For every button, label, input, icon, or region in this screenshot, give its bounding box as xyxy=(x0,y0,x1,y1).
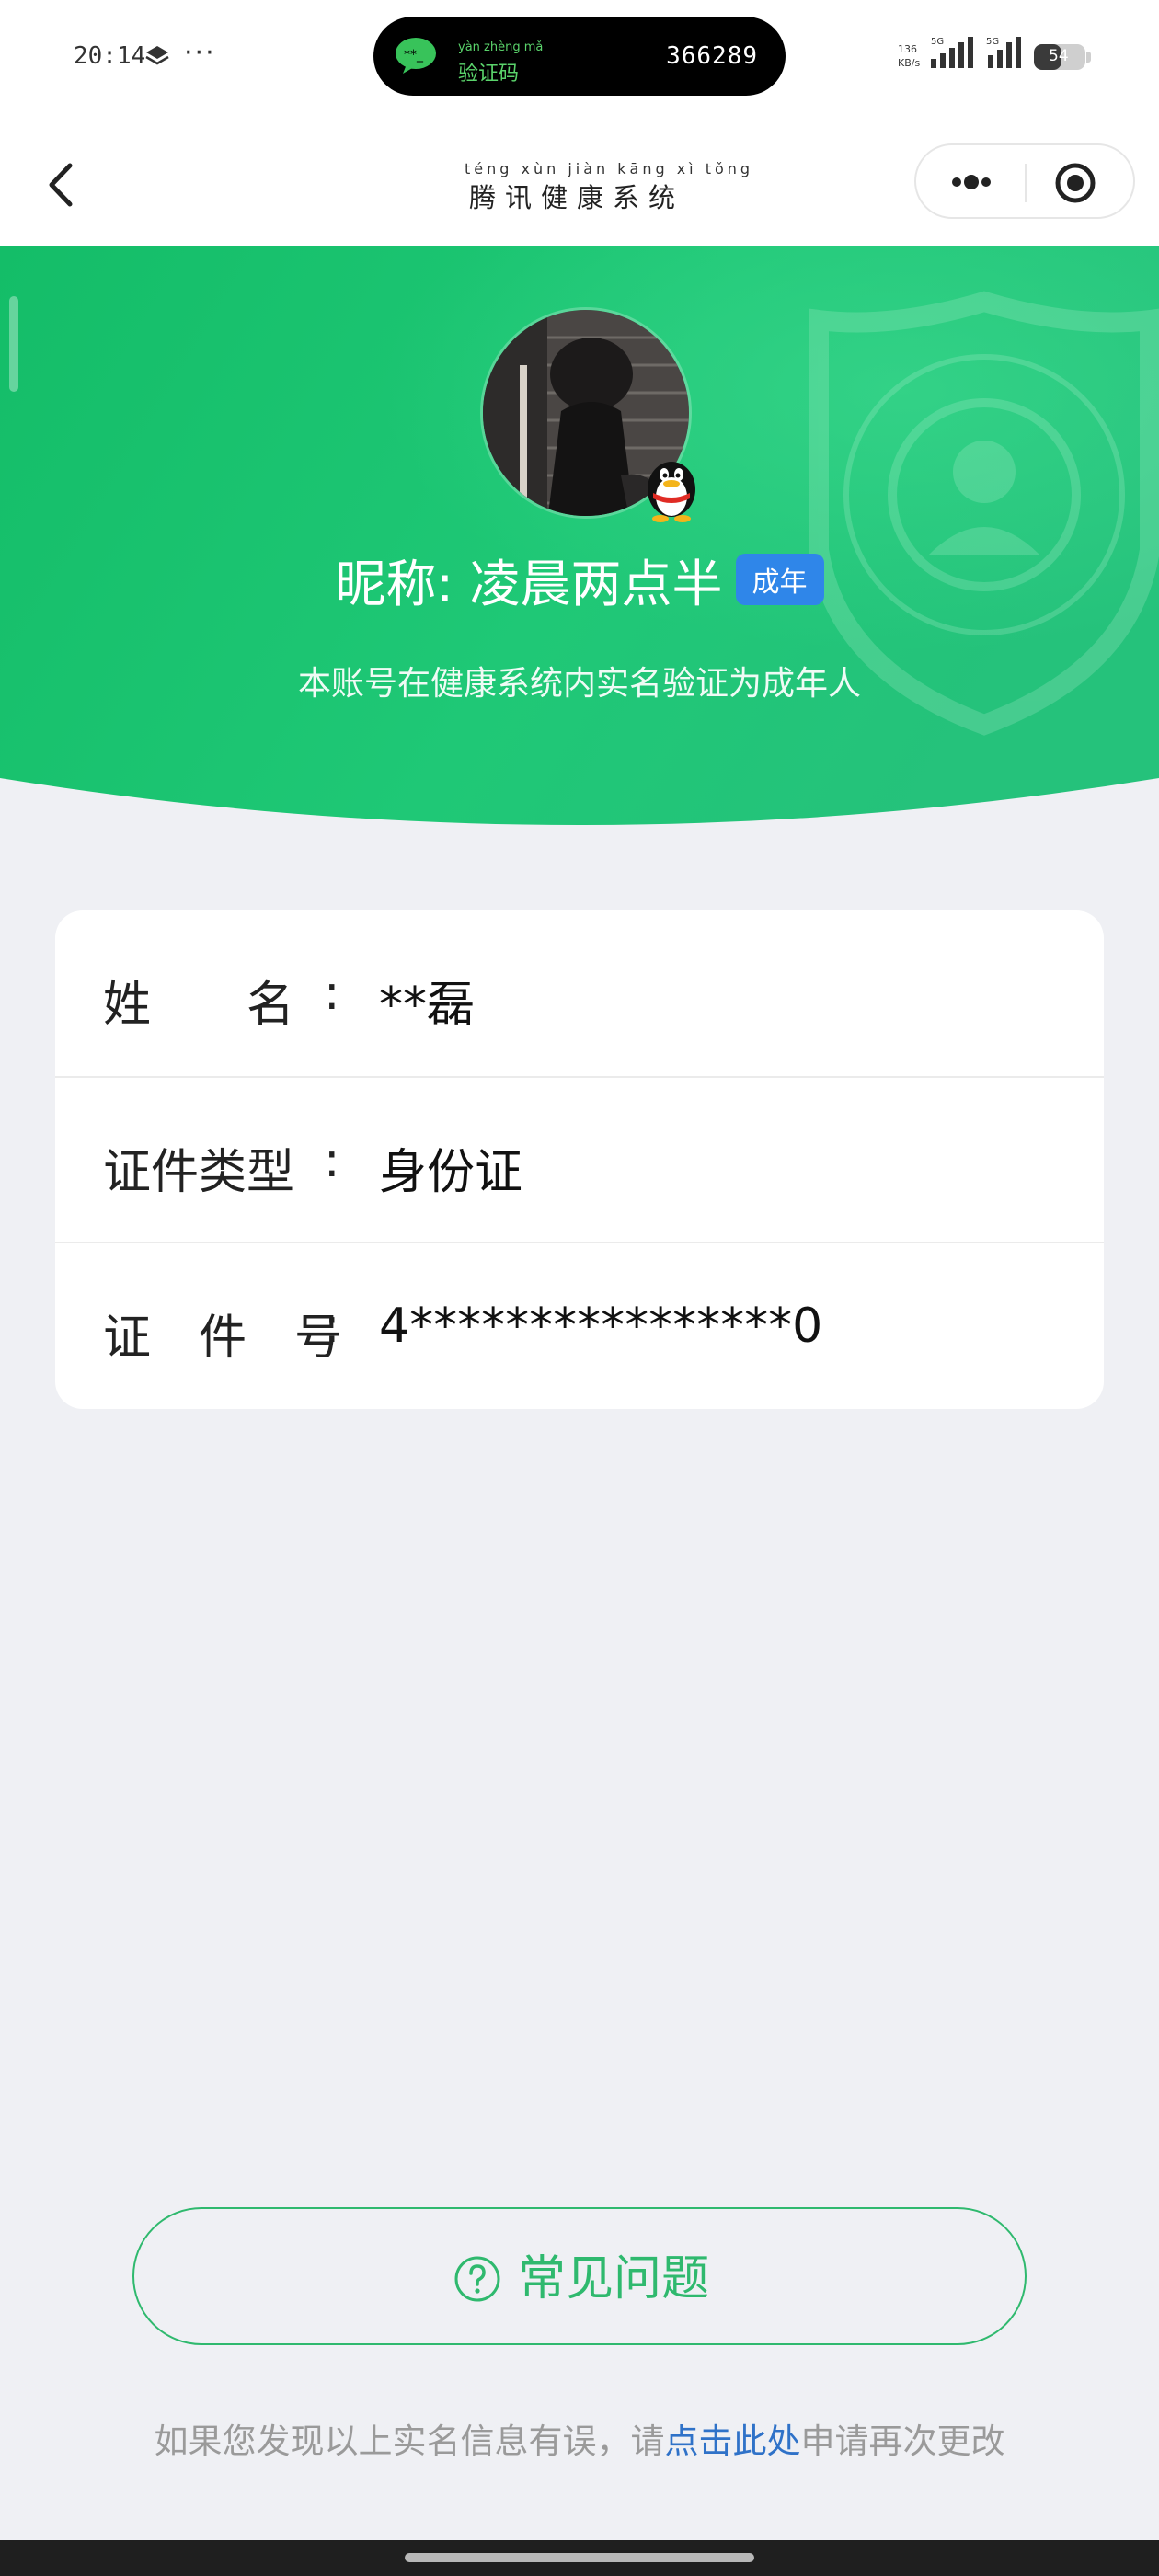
colon: : xyxy=(324,1299,340,1354)
target-close-icon[interactable] xyxy=(1052,160,1098,206)
screen: 20:14 ··· **_ yàn zhèng mǎ 验证码 366289 13… xyxy=(0,0,1159,2576)
verification-description: 本账号在健康系统内实名验证为成年人 xyxy=(297,665,861,703)
sms-label: 验证码 xyxy=(458,63,520,86)
network-speed: 136 KB/s xyxy=(898,43,921,69)
battery-icon: 54 xyxy=(1034,44,1085,70)
faq-label: 常见问题 xyxy=(517,2250,709,2307)
correction-link[interactable]: 点击此处 xyxy=(665,2421,801,2461)
faq-button[interactable]: 常见问题 xyxy=(132,2207,1027,2345)
layers-icon xyxy=(145,46,169,65)
more-dots-icon[interactable] xyxy=(944,166,999,199)
clock: 20:14 xyxy=(74,42,146,70)
faq-content: 常见问题 xyxy=(134,2209,1028,2347)
profile-header: 昵称: 凌晨两点半 成年 本账号在健康系统内实名验证为成年人 xyxy=(0,246,1159,844)
sms-code: 366289 xyxy=(666,42,758,70)
info-row-id-number: 证 件 号 : 4****************0 xyxy=(55,1242,1104,1407)
sms-label-pinyin: yàn zhèng mǎ xyxy=(458,40,544,54)
id-number-value: 4****************0 xyxy=(379,1299,823,1354)
nickname: 昵称: 凌晨两点半 xyxy=(335,555,723,613)
scroll-indicator xyxy=(9,296,18,392)
nickname-row: 昵称: 凌晨两点半 成年 xyxy=(0,543,1159,616)
more-status-icon: ··· xyxy=(184,37,216,69)
qq-penguin-icon xyxy=(648,462,695,522)
page-title-pinyin: téng xùn jiàn kāng xì tǒng xyxy=(465,160,754,177)
status-bar: 20:14 ··· **_ yàn zhèng mǎ 验证码 366289 13… xyxy=(0,0,1159,120)
adult-badge: 成年 xyxy=(735,554,824,605)
svg-text:5G: 5G xyxy=(931,37,944,47)
svg-text:5G: 5G xyxy=(986,37,999,47)
capsule-divider xyxy=(1025,164,1027,202)
id-type-value: 身份证 xyxy=(379,1145,523,1200)
info-row-name: 姓 名 : **磊 xyxy=(55,910,1104,1076)
colon: : xyxy=(324,1133,340,1188)
signal-icon-sim2: 5G xyxy=(986,37,1021,68)
correction-note-suffix: 申请再次更改 xyxy=(800,2421,1005,2461)
name-value: **磊 xyxy=(379,978,476,1033)
question-circle-icon xyxy=(454,2256,500,2301)
home-indicator[interactable] xyxy=(405,2553,754,2562)
wechat-message-icon: **_ xyxy=(396,38,436,74)
signal-icon-sim1: 5G xyxy=(931,37,973,68)
page-title: 腾讯健康系统 xyxy=(469,182,685,213)
correction-note: 如果您发现以上实名信息有误，请点击此处申请再次更改 xyxy=(0,2413,1159,2463)
correction-note-prefix: 如果您发现以上实名信息有误，请 xyxy=(154,2421,665,2461)
battery-tip xyxy=(1086,52,1091,63)
svg-text:**_: **_ xyxy=(404,48,424,63)
sms-code-notification[interactable]: **_ yàn zhèng mǎ 验证码 366289 xyxy=(373,17,786,96)
nav-bar: téng xùn jiàn kāng xì tǒng 腾讯健康系统 xyxy=(0,120,1159,246)
info-row-id-type: 证件类型 : 身份证 xyxy=(55,1076,1104,1242)
colon: : xyxy=(324,966,340,1021)
real-name-info-card: 姓 名 : **磊 证件类型 : 身份证 证 件 号 : 4**********… xyxy=(55,910,1104,1409)
chevron-left-icon[interactable] xyxy=(37,153,83,217)
mini-program-capsule xyxy=(914,143,1135,219)
